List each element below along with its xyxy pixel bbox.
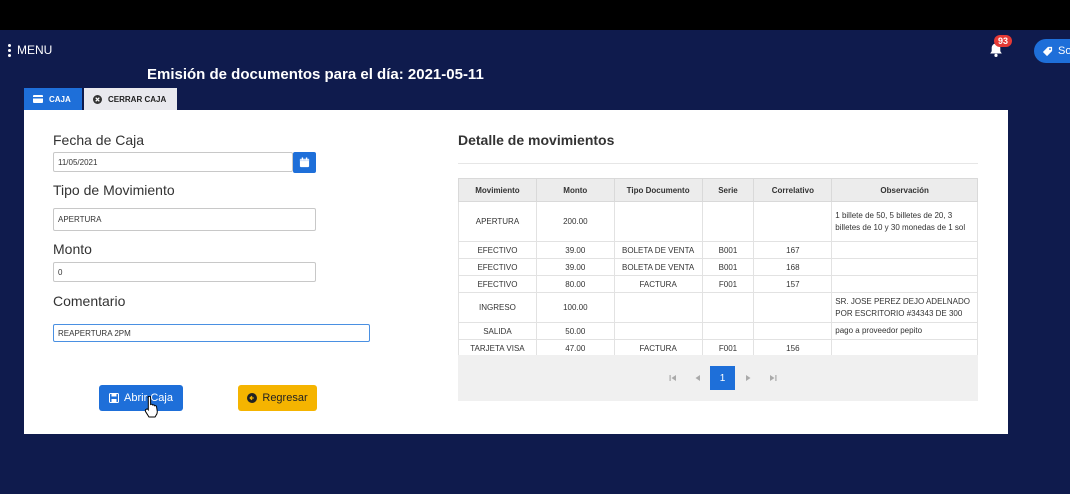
tipo-movimiento-select[interactable]: APERTURA (53, 208, 316, 231)
movimientos-table: Movimiento Monto Tipo Documento Serie Co… (458, 178, 978, 357)
calendar-button[interactable] (293, 152, 316, 173)
column-header: Observación (831, 178, 978, 202)
table-cell: 39.00 (535, 241, 615, 259)
table-cell (753, 292, 833, 323)
column-header: Serie (701, 178, 755, 202)
table-cell (613, 201, 703, 242)
abrir-caja-button[interactable]: Abrir Caja (99, 385, 183, 411)
table-cell: FACTURA (613, 339, 703, 357)
table-cell: 47.00 (535, 339, 615, 357)
save-icon (109, 393, 120, 403)
table-cell: INGRESO (458, 292, 537, 323)
menu-button[interactable]: MENU (8, 43, 52, 57)
table-header-row: Movimiento Monto Tipo Documento Serie Co… (458, 178, 978, 202)
table-cell: B001 (701, 241, 755, 259)
close-circle-icon (93, 94, 102, 104)
table-cell: TARJETA VISA (458, 339, 537, 357)
comentario-label: Comentario (53, 293, 126, 309)
vertical-dots-icon (8, 43, 11, 57)
table-row: EFECTIVO 39.00 BOLETA DE VENTA B001 168 (458, 258, 978, 276)
video-top-bar (0, 0, 1070, 30)
table-row: INGRESO 100.00 SR. JOSE PEREZ DEJO ADELN… (458, 292, 978, 323)
table-cell: SR. JOSE PEREZ DEJO ADELNADO POR ESCRITO… (831, 292, 978, 323)
table-cell: 200.00 (535, 201, 615, 242)
tab-cerrar-caja[interactable]: CERRAR CAJA (84, 88, 177, 110)
fecha-label: Fecha de Caja (53, 132, 145, 148)
table-cell: 168 (753, 258, 833, 276)
table-cell: BOLETA DE VENTA (613, 241, 703, 259)
arrow-left-circle-icon (247, 393, 258, 403)
comentario-input[interactable]: REAPERTURA 2PM (53, 324, 370, 342)
table-cell (831, 275, 978, 293)
table-cell: 100.00 (535, 292, 615, 323)
tab-caja[interactable]: CAJA (24, 88, 82, 110)
divider (458, 163, 978, 164)
detalle-title: Detalle de movimientos (458, 132, 615, 148)
table-row: EFECTIVO 80.00 FACTURA F001 157 (458, 275, 978, 293)
table-cell: F001 (701, 339, 755, 357)
table-cell (701, 201, 755, 242)
table-row: EFECTIVO 39.00 BOLETA DE VENTA B001 167 (458, 241, 978, 259)
table-cell (831, 258, 978, 276)
page-number-button[interactable]: 1 (710, 366, 735, 390)
notification-badge: 93 (994, 35, 1013, 47)
table-cell: BOLETA DE VENTA (613, 258, 703, 276)
column-header: Monto (535, 178, 615, 202)
hand-cursor-icon (144, 396, 158, 418)
tag-icon (1042, 46, 1053, 56)
table-cell (753, 322, 833, 340)
column-header: Movimiento (458, 178, 537, 202)
column-header: Correlativo (753, 178, 833, 202)
page-title: Emisión de documentos para el día: 2021-… (147, 66, 484, 83)
regresar-button[interactable]: Regresar (238, 385, 317, 411)
table-cell: 50.00 (535, 322, 615, 340)
last-page-icon[interactable] (760, 366, 785, 390)
table-cell: 167 (753, 241, 833, 259)
table-row: SALIDA 50.00 pago a proveedor pepito (458, 322, 978, 340)
next-page-icon[interactable] (735, 366, 760, 390)
table-cell (613, 322, 703, 340)
table-cell: 156 (753, 339, 833, 357)
table-cell (831, 339, 978, 357)
pagination: 1 (660, 366, 785, 390)
table-cell (613, 292, 703, 323)
table-cell (701, 322, 755, 340)
calendar-icon (299, 157, 310, 168)
table-cell: FACTURA (613, 275, 703, 293)
table-cell: 157 (753, 275, 833, 293)
table-cell (701, 292, 755, 323)
tipo-label: Tipo de Movimiento (53, 182, 175, 198)
register-icon (33, 95, 43, 103)
table-cell: EFECTIVO (458, 275, 537, 293)
main-panel: Fecha de Caja 11/05/2021 Tipo de Movimie… (24, 110, 1008, 434)
support-button[interactable]: So (1034, 39, 1070, 63)
table-cell: EFECTIVO (458, 241, 537, 259)
menu-label: MENU (17, 43, 53, 57)
column-header: Tipo Documento (613, 178, 703, 202)
table-row: TARJETA VISA 47.00 FACTURA F001 156 (458, 339, 978, 357)
table-cell: pago a proveedor pepito (831, 322, 978, 340)
tab-caja-label: CAJA (49, 94, 71, 104)
table-cell (831, 241, 978, 259)
pagination-bar: 1 (458, 355, 978, 401)
monto-label: Monto (53, 241, 92, 257)
table-cell: EFECTIVO (458, 258, 537, 276)
regresar-label: Regresar (262, 392, 308, 404)
table-cell (753, 201, 833, 242)
monto-input[interactable]: 0 (53, 262, 316, 282)
support-label: So (1058, 45, 1070, 57)
tab-cerrar-label: CERRAR CAJA (108, 94, 167, 104)
table-cell: B001 (701, 258, 755, 276)
fecha-input[interactable]: 11/05/2021 (53, 152, 293, 172)
table-row: APERTURA 200.00 1 billete de 50, 5 bille… (458, 201, 978, 242)
table-cell: 1 billete de 50, 5 billetes de 20, 3 bil… (831, 201, 978, 242)
first-page-icon[interactable] (660, 366, 685, 390)
table-cell: F001 (701, 275, 755, 293)
table-cell: APERTURA (458, 201, 537, 242)
table-cell: 39.00 (535, 258, 615, 276)
table-cell: SALIDA (458, 322, 537, 340)
table-cell: 80.00 (535, 275, 615, 293)
prev-page-icon[interactable] (685, 366, 710, 390)
